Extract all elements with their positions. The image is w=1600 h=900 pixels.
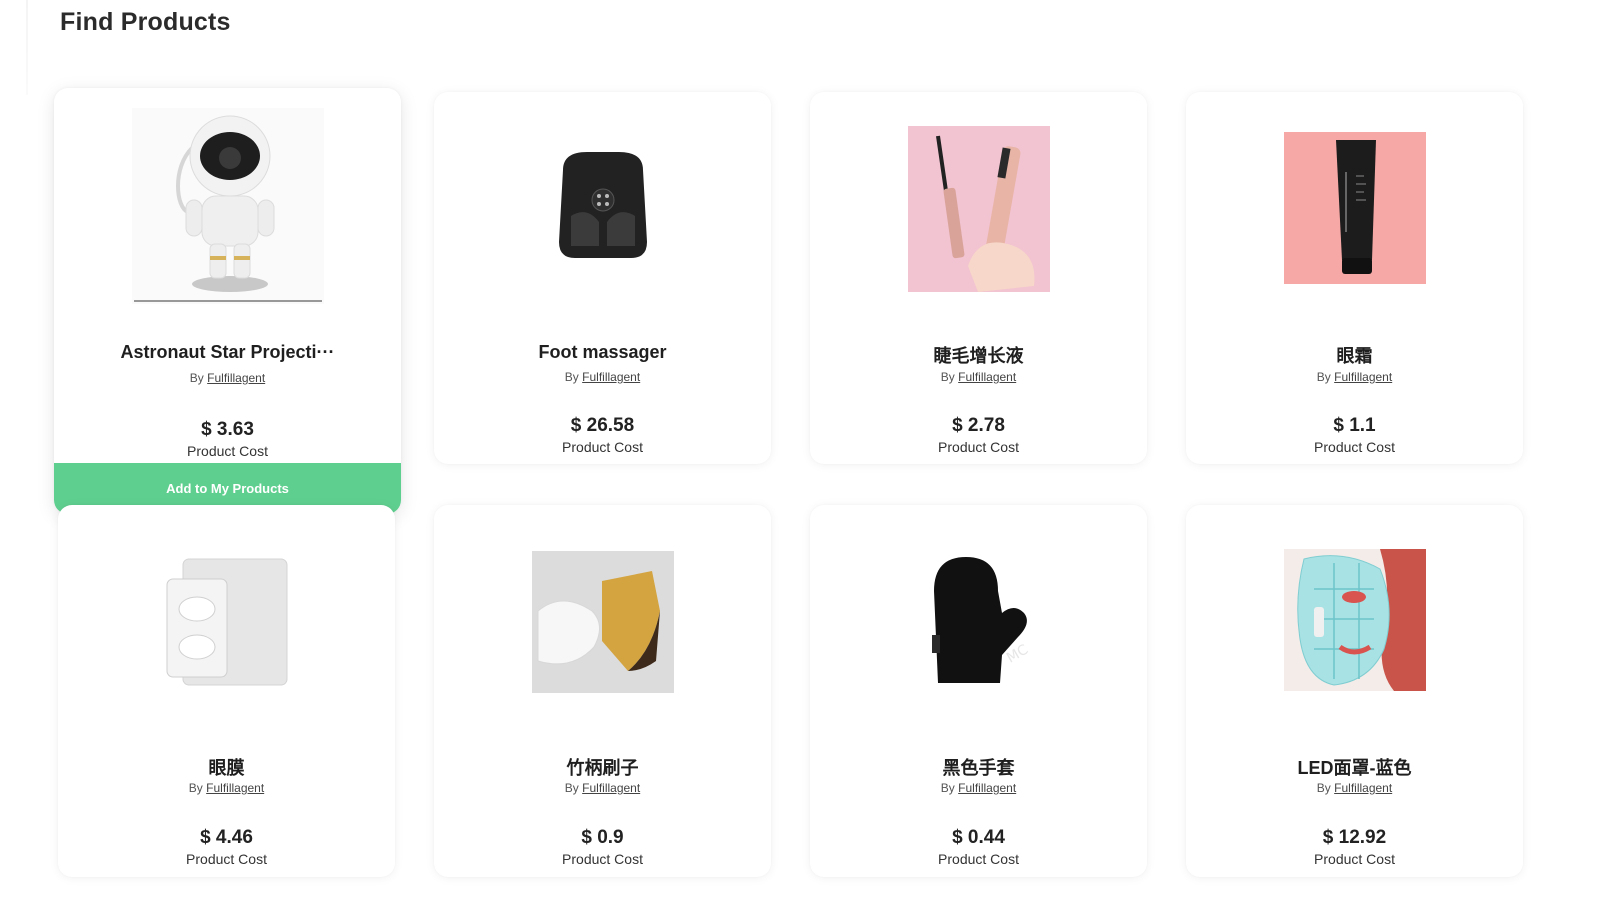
product-card[interactable]: 睫毛增长液 By Fulfillagent $ 2.78 Product Cos… [810,92,1147,464]
product-supplier: By Fulfillagent [810,781,1147,795]
product-cost-label: Product Cost [938,439,1019,455]
page-title: Find Products [60,8,231,36]
product-supplier: By Fulfillagent [1186,781,1523,795]
product-supplier: By Fulfillagent [58,781,395,795]
product-price: $ 0.9 [581,827,624,848]
product-cost-label: Product Cost [1314,439,1395,455]
product-name[interactable]: 眼霜 [1204,342,1505,368]
product-cost-label: Product Cost [562,851,643,867]
product-supplier: By Fulfillagent [434,370,771,384]
product-card[interactable]: MC 黑色手套 By Fulfillagent $ 0.44 Product C… [810,505,1147,877]
product-price: $ 0.44 [952,827,1005,848]
eyelash-serum-icon [907,126,1050,292]
product-card[interactable]: 眼膜 By Fulfillagent $ 4.46 Product Cost [58,505,395,877]
supplier-link[interactable]: Fulfillagent [582,781,640,795]
product-image[interactable] [547,146,659,262]
supplier-link[interactable]: Fulfillagent [958,370,1016,384]
product-name[interactable]: LED面罩-蓝色 [1204,754,1505,780]
foot-massager-icon [558,152,647,258]
product-card[interactable]: Foot massager By Fulfillagent $ 26.58 Pr… [434,92,771,464]
product-price: $ 12.92 [1322,827,1387,848]
product-supplier: By Fulfillagent [54,371,401,385]
by-label: By [564,781,579,795]
by-label: By [940,370,955,384]
supplier-link[interactable]: Fulfillagent [958,781,1016,795]
black-mitt-icon: MC [931,557,1031,683]
by-label: By [940,781,955,795]
by-label: By [189,371,204,385]
product-supplier: By Fulfillagent [434,781,771,795]
product-image[interactable] [131,108,324,304]
by-label: By [188,781,203,795]
product-cost-label: Product Cost [186,851,267,867]
product-image[interactable]: MC [914,551,1044,693]
product-card[interactable]: 眼霜 By Fulfillagent $ 1.1 Product Cost [1186,92,1523,464]
product-image[interactable] [1283,549,1426,691]
product-name[interactable]: Astronaut Star Projecti··· [72,342,383,363]
supplier-link[interactable]: Fulfillagent [582,370,640,384]
product-image[interactable] [1283,132,1426,284]
by-label: By [1316,781,1331,795]
product-card[interactable]: LED面罩-蓝色 By Fulfillagent $ 12.92 Product… [1186,505,1523,877]
product-name[interactable]: 睫毛增长液 [828,342,1129,368]
product-image[interactable] [907,126,1050,292]
product-name[interactable]: 眼膜 [76,754,377,780]
supplier-link[interactable]: Fulfillagent [206,781,264,795]
product-image[interactable] [161,553,293,689]
product-name[interactable]: Foot massager [452,342,753,363]
product-cost-label: Product Cost [1314,851,1395,867]
product-price: $ 4.46 [200,827,253,848]
product-price: $ 3.63 [201,419,254,440]
product-image[interactable] [531,551,674,693]
by-label: By [564,370,579,384]
product-price: $ 1.1 [1333,415,1376,436]
bamboo-brush-icon [531,551,674,693]
left-divider [26,0,28,95]
product-name[interactable]: 黑色手套 [828,754,1129,780]
supplier-link[interactable]: Fulfillagent [1334,781,1392,795]
product-supplier: By Fulfillagent [810,370,1147,384]
eye-cream-tube-icon [1283,132,1426,284]
product-cost-label: Product Cost [562,439,643,455]
astronaut-projector-icon [131,108,324,304]
product-card[interactable]: Astronaut Star Projecti··· By Fulfillage… [54,88,401,514]
product-supplier: By Fulfillagent [1186,370,1523,384]
eye-mask-pack-icon [166,558,287,686]
led-face-mask-icon [1283,549,1426,691]
by-label: By [1316,370,1331,384]
supplier-link[interactable]: Fulfillagent [207,371,265,385]
product-name[interactable]: 竹柄刷子 [452,754,753,780]
supplier-link[interactable]: Fulfillagent [1334,370,1392,384]
product-price: $ 2.78 [952,415,1005,436]
product-card[interactable]: 竹柄刷子 By Fulfillagent $ 0.9 Product Cost [434,505,771,877]
product-cost-label: Product Cost [938,851,1019,867]
product-price: $ 26.58 [570,415,635,436]
product-cost-label: Product Cost [187,443,268,459]
